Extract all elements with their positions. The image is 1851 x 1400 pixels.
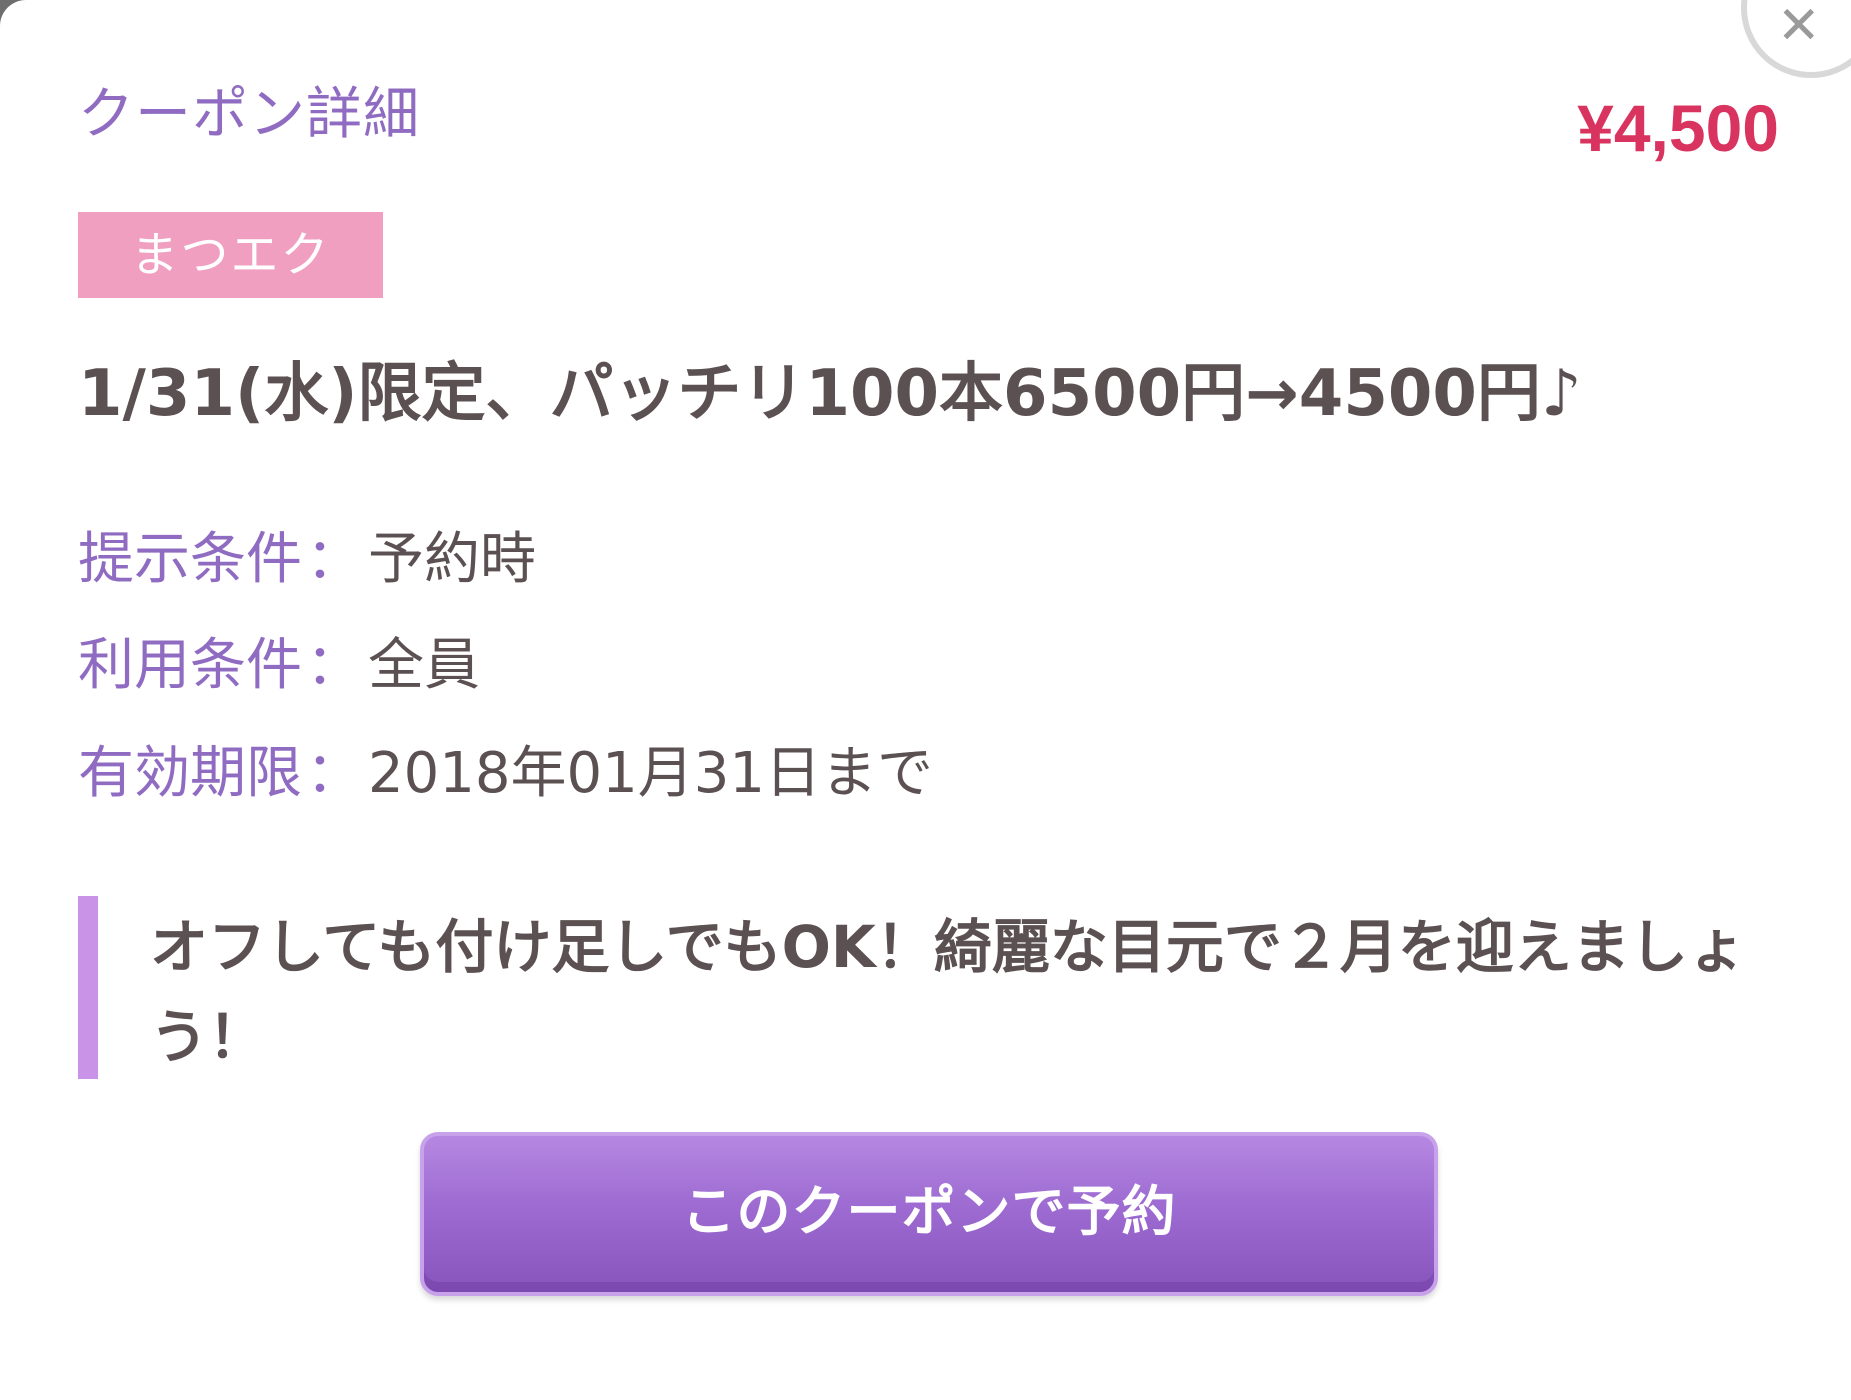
close-button[interactable]: ✕ xyxy=(1741,0,1851,78)
condition-value: 全員 xyxy=(368,633,480,698)
condition-label: 有効期限 xyxy=(78,741,302,806)
condition-separator: ： xyxy=(306,633,362,698)
condition-value: 予約時 xyxy=(368,527,536,592)
reserve-with-coupon-button[interactable]: このクーポンで予約 xyxy=(420,1132,1438,1296)
modal-title: クーポン詳細 xyxy=(78,82,420,147)
close-icon: ✕ xyxy=(1777,0,1821,56)
coupon-message: オフしても付け足しでもOK！綺麗な目元で２月を迎えましょう！ xyxy=(150,913,1746,1071)
condition-label: 利用条件 xyxy=(78,633,302,698)
coupon-message-quote: オフしても付け足しでもOK！綺麗な目元で２月を迎えましょう！ xyxy=(78,896,1778,1079)
condition-row-usage: 利用条件： 全員 xyxy=(78,630,480,702)
coupon-title: 1/31(水)限定、パッチリ100本6500円→4500円♪ xyxy=(78,357,1582,431)
condition-separator: ： xyxy=(306,741,362,806)
coupon-detail-modal: ✕ クーポン詳細 ¥4,500 まつエク 1/31(水)限定、パッチリ100本6… xyxy=(0,0,1851,1400)
condition-label: 提示条件 xyxy=(78,527,302,592)
condition-value: 2018年01月31日まで xyxy=(368,741,934,806)
condition-row-presentation: 提示条件： 予約時 xyxy=(78,524,536,596)
category-badge: まつエク xyxy=(78,212,383,298)
coupon-price: ¥4,500 xyxy=(1577,91,1779,165)
condition-separator: ： xyxy=(306,527,362,592)
condition-row-expiry: 有効期限： 2018年01月31日まで xyxy=(78,738,933,810)
